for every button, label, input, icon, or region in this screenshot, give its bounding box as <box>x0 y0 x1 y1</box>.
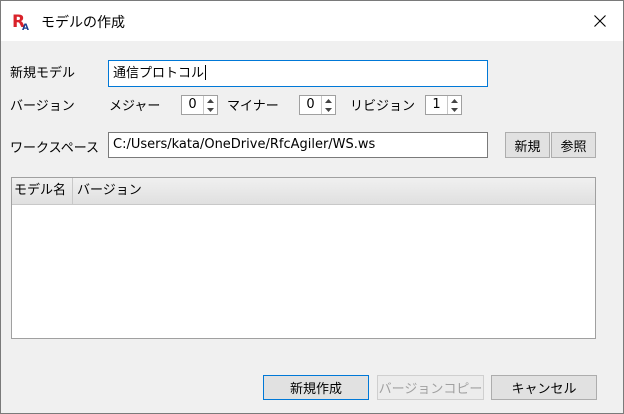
model-name-value: 通信プロトコル <box>113 66 205 81</box>
column-header-model-name[interactable]: モデル名 <box>12 178 73 204</box>
model-name-input[interactable]: 通信プロトコル <box>108 60 488 87</box>
revision-value: 1 <box>432 97 441 112</box>
revision-label: リビジョン <box>350 99 416 114</box>
minor-spinner[interactable]: 0 <box>299 95 336 115</box>
major-spinner[interactable]: 0 <box>181 95 218 115</box>
window-title: モデルの作成 <box>41 15 125 31</box>
copy-version-button-label: バージョンコピー <box>378 382 483 397</box>
create-button[interactable]: 新規作成 <box>263 375 369 400</box>
minor-value: 0 <box>306 97 315 112</box>
workspace-browse-button[interactable]: 参照 <box>551 132 596 158</box>
spinner-down-icon[interactable] <box>204 105 217 114</box>
column-header-version[interactable]: バージョン <box>73 178 142 204</box>
app-logo-icon: R A <box>12 11 31 33</box>
spinner-down-icon[interactable] <box>448 105 461 114</box>
create-button-label: 新規作成 <box>289 382 342 397</box>
minor-label: マイナー <box>227 99 279 114</box>
table-header: モデル名 バージョン <box>12 178 595 205</box>
cancel-button[interactable]: キャンセル <box>491 375 597 400</box>
workspace-browse-label: 参照 <box>560 139 587 155</box>
create-model-dialog: R A モデルの作成 新規モデル 通信プロトコル バージョン メジャー 0 マイ… <box>0 0 624 414</box>
spinner-down-icon[interactable] <box>322 105 335 114</box>
copy-version-button[interactable]: バージョンコピー <box>377 375 484 400</box>
workspace-label: ワークスペース <box>10 141 100 156</box>
revision-spinner[interactable]: 1 <box>425 95 462 115</box>
workspace-new-label: 新規 <box>514 139 541 155</box>
text-caret <box>205 65 207 80</box>
version-label: バージョン <box>10 99 75 114</box>
close-icon <box>594 15 606 27</box>
model-name-label: 新規モデル <box>10 66 76 81</box>
spinner-up-icon[interactable] <box>322 96 335 105</box>
major-value: 0 <box>188 97 197 112</box>
title-bar: R A モデルの作成 <box>1 1 623 41</box>
spinner-up-icon[interactable] <box>448 96 461 105</box>
cancel-button-label: キャンセル <box>511 382 577 397</box>
workspace-new-button[interactable]: 新規 <box>505 132 550 158</box>
model-table[interactable]: モデル名 バージョン <box>11 177 596 339</box>
svg-text:A: A <box>22 23 29 31</box>
spinner-up-icon[interactable] <box>204 96 217 105</box>
close-button[interactable] <box>577 1 623 41</box>
workspace-path-input[interactable]: C:/Users/kata/OneDrive/RfcAgiler/WS.ws <box>108 132 488 158</box>
workspace-path-value: C:/Users/kata/OneDrive/RfcAgiler/WS.ws <box>113 137 376 152</box>
major-label: メジャー <box>109 99 161 114</box>
